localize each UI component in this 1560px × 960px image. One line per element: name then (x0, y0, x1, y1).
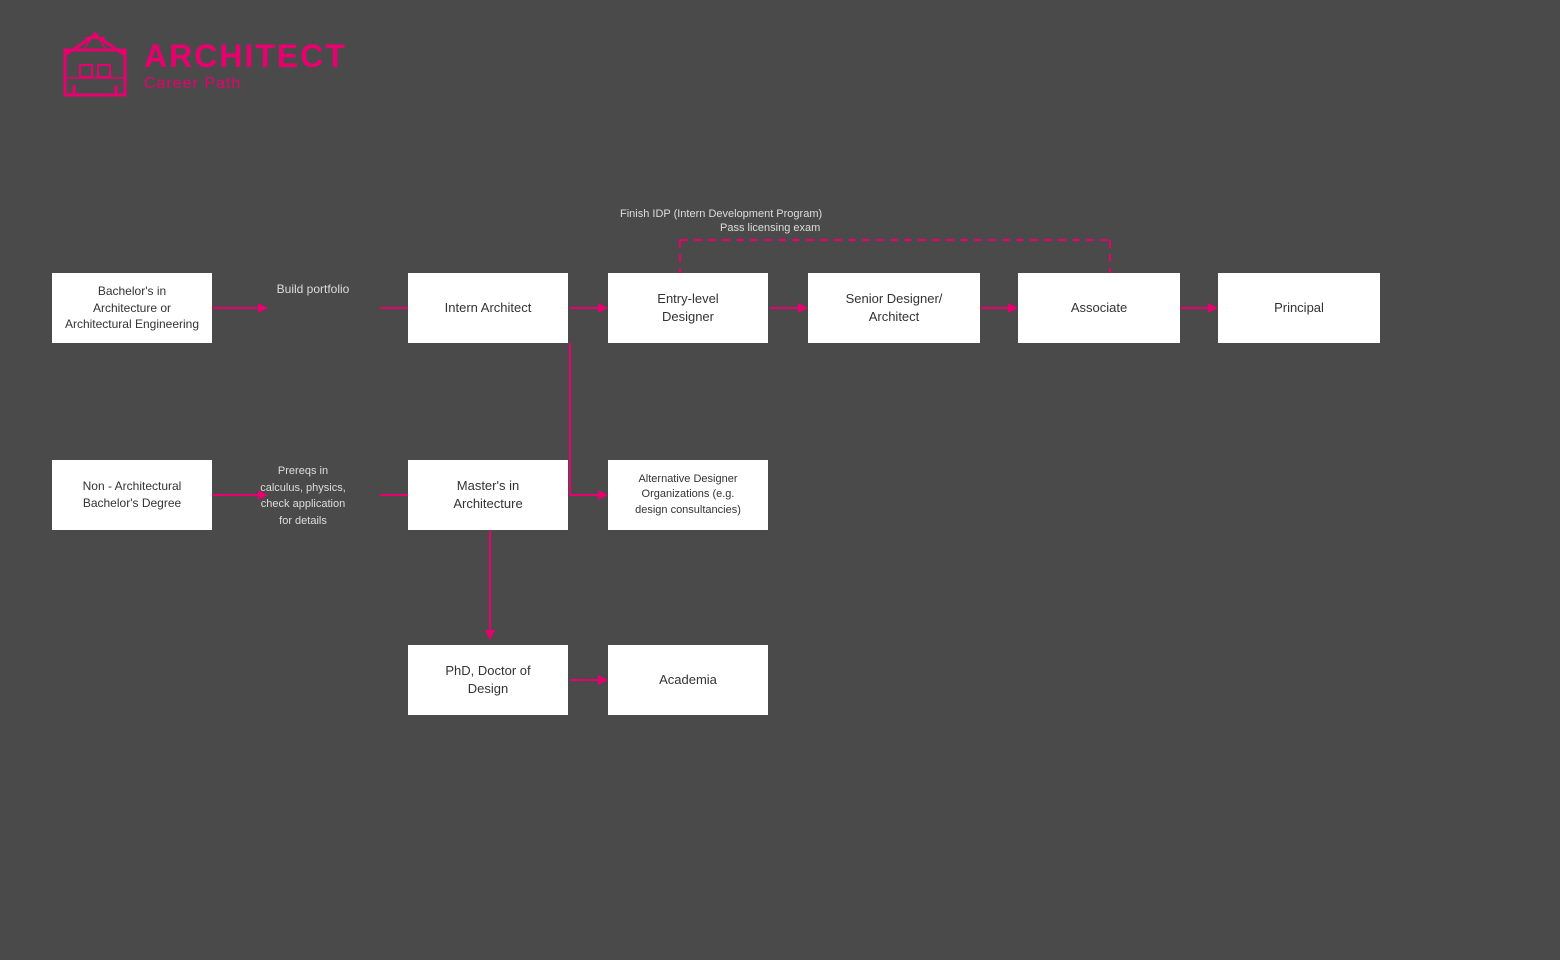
academia-box: Academia (608, 645, 768, 715)
associate-box: Associate (1018, 273, 1180, 343)
phd-label: PhD, Doctor ofDesign (445, 662, 530, 698)
architect-logo-icon (60, 30, 130, 100)
build-portfolio-label: Build portfolio (258, 280, 368, 298)
license-label: Pass licensing exam (720, 222, 820, 234)
bachelor-box: Bachelor's inArchitecture orArchitectura… (52, 273, 212, 343)
masters-label: Master's inArchitecture (453, 477, 522, 513)
intern-architect-label: Intern Architect (445, 299, 532, 317)
associate-label: Associate (1071, 299, 1127, 317)
header-text: ARCHITECT Career Path (144, 38, 347, 93)
career-diagram: Bachelor's inArchitecture orArchitectura… (40, 160, 1520, 860)
alt-designer-box: Alternative DesignerOrganizations (e.g.d… (608, 460, 768, 530)
entry-level-label: Entry-levelDesigner (657, 290, 718, 326)
prereqs-label: Prereqs incalculus, physics,check applic… (238, 463, 368, 529)
non-arch-label: Non - ArchitecturalBachelor's Degree (83, 478, 182, 512)
senior-designer-box: Senior Designer/Architect (808, 273, 980, 343)
header-subtitle: Career Path (144, 75, 347, 93)
intern-architect-box: Intern Architect (408, 273, 568, 343)
academia-label: Academia (659, 671, 717, 689)
idp-label: Finish IDP (Intern Development Program) (620, 208, 822, 220)
alt-designer-label: Alternative DesignerOrganizations (e.g.d… (635, 472, 741, 518)
phd-box: PhD, Doctor ofDesign (408, 645, 568, 715)
principal-box: Principal (1218, 273, 1380, 343)
senior-designer-label: Senior Designer/Architect (846, 290, 943, 326)
principal-label: Principal (1274, 299, 1324, 317)
masters-box: Master's inArchitecture (408, 460, 568, 530)
header-title: ARCHITECT (144, 38, 347, 75)
non-arch-box: Non - ArchitecturalBachelor's Degree (52, 460, 212, 530)
bachelor-label: Bachelor's inArchitecture orArchitectura… (65, 283, 199, 333)
header: ARCHITECT Career Path (60, 30, 347, 100)
entry-level-box: Entry-levelDesigner (608, 273, 768, 343)
